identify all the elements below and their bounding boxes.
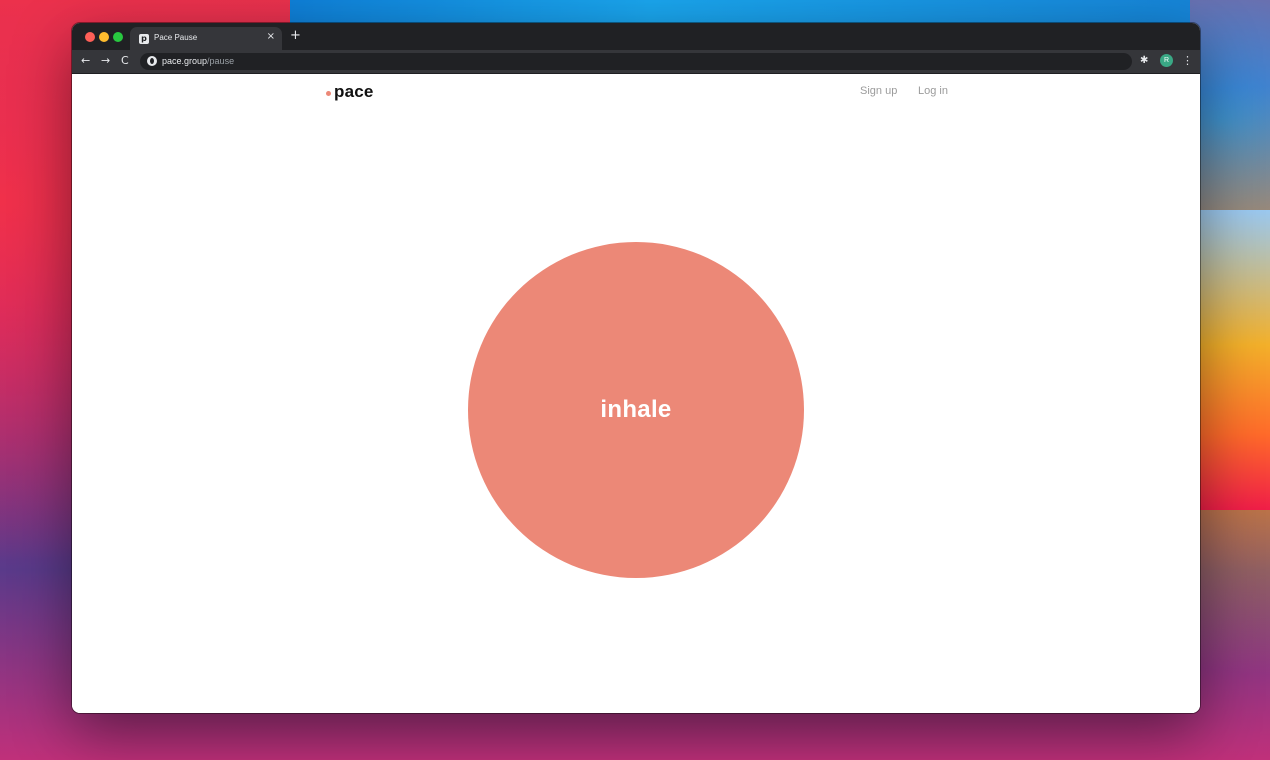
log-in-link[interactable]: Log in [918,85,948,97]
forward-button[interactable]: → [101,54,110,68]
browser-window: p Pace Pause × + ← → C pace.group/pause … [72,23,1200,713]
tab-pace-pause[interactable]: p Pace Pause × [130,27,282,50]
logo-text: pace [334,82,374,101]
close-tab-icon[interactable]: × [267,31,275,42]
breath-phase-label: inhale [600,396,672,423]
sign-up-link[interactable]: Sign up [860,85,897,97]
breathing-circle: inhale [468,242,804,578]
tab-title: Pace Pause [154,33,198,42]
site-info-icon[interactable] [147,56,157,66]
tab-strip: p Pace Pause × + [72,23,1200,50]
address-bar[interactable]: pace.group/pause [140,53,1132,70]
url-text: pace.group/pause [162,55,234,68]
profile-avatar[interactable]: R [1160,54,1173,67]
menu-icon[interactable]: ⋮ [1182,54,1193,67]
new-tab-button[interactable]: + [290,28,301,43]
logo-dot [326,91,331,96]
url-host: pace.group [162,56,208,66]
page-viewport: pace Sign up Log in inhale [72,74,1200,713]
puzzle-icon[interactable]: ✱ [1140,55,1148,66]
back-button[interactable]: ← [81,54,90,68]
minimize-window-button[interactable] [99,32,109,42]
zoom-window-button[interactable] [113,32,123,42]
reload-button[interactable]: C [121,54,129,68]
close-window-button[interactable] [85,32,95,42]
pace-favicon-icon: p [139,34,149,44]
browser-toolbar: ← → C pace.group/pause ✱ R ⋮ [72,50,1200,74]
wallpaper-accent [1190,210,1270,510]
url-path: /pause [207,56,235,66]
